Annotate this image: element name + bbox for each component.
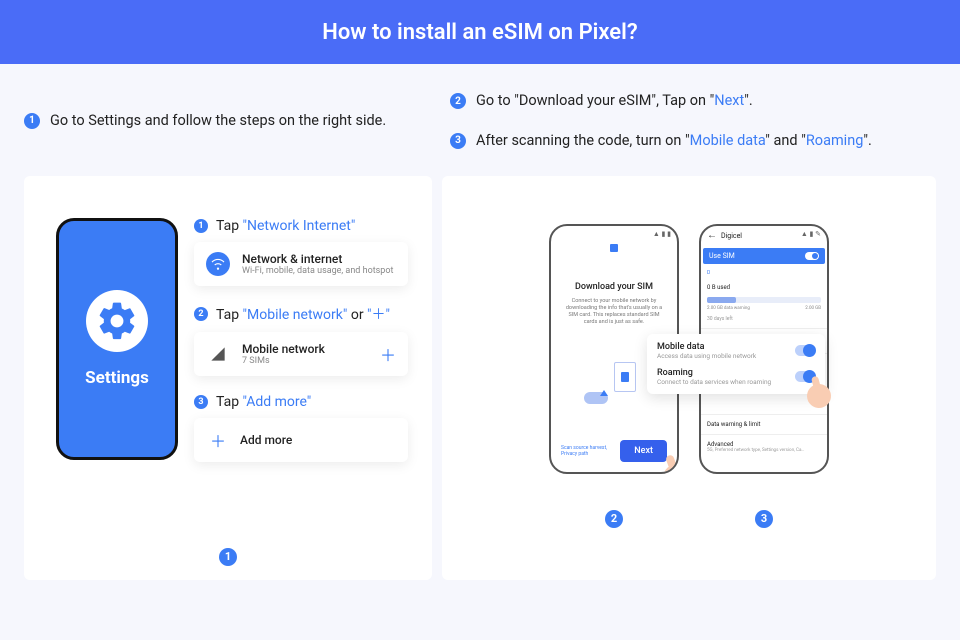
next-link: Next bbox=[714, 92, 744, 109]
advanced[interactable]: Advanced 5G, Preferred network type, Set… bbox=[701, 437, 827, 457]
signal-icon bbox=[206, 342, 230, 366]
step-2-bullet: 2 bbox=[194, 307, 208, 321]
bullet-3: 3 bbox=[450, 133, 466, 149]
used-data: 0 B used bbox=[701, 280, 827, 295]
plus-icon[interactable]: ＋ bbox=[380, 342, 396, 366]
page-title: How to install an eSIM on Pixel? bbox=[322, 20, 637, 45]
steps-list: 1 Tap "Network Internet" Network & inter… bbox=[194, 218, 408, 462]
step-1-text: Tap "Network Internet" bbox=[216, 218, 355, 234]
digicel-column: ← Digicel ▲ ▮ ✎ Use SIM D 0 B used 2.00 … bbox=[699, 224, 829, 528]
plus-icon: ＋ bbox=[210, 428, 226, 452]
toggle-overlay: Mobile data Access data using mobile net… bbox=[647, 334, 825, 394]
instruction-3: 3 After scanning the code, turn on "Mobi… bbox=[450, 130, 950, 152]
use-sim-toggle[interactable]: Use SIM bbox=[703, 248, 825, 264]
data-warning-limit[interactable]: Data warning & limit bbox=[701, 417, 827, 432]
step-3-text: Tap "Add more" bbox=[216, 394, 311, 410]
mobile-data-toggle[interactable] bbox=[795, 345, 815, 356]
settings-row-add-more[interactable]: ＋ Add more bbox=[194, 418, 408, 462]
section-label: D bbox=[701, 266, 827, 280]
instruction-2-text: Go to "Download your eSIM", Tap on "Next… bbox=[476, 90, 753, 112]
page-header: How to install an eSIM on Pixel? bbox=[0, 0, 960, 64]
back-icon[interactable]: ← bbox=[707, 230, 717, 241]
instruction-1-text: Go to Settings and follow the steps on t… bbox=[50, 110, 386, 132]
card-badge-1: 1 bbox=[219, 548, 237, 566]
row-sub: Wi-Fi, mobile, data usage, and hotspot bbox=[242, 266, 393, 276]
row-title: Add more bbox=[240, 433, 292, 447]
phone-settings: Settings bbox=[56, 218, 178, 460]
settings-label: Settings bbox=[85, 368, 149, 388]
settings-row-mobile-network[interactable]: Mobile network 7 SIMs ＋ bbox=[194, 332, 408, 376]
step-1-bullet: 1 bbox=[194, 219, 208, 233]
instructions-row: 1 Go to Settings and follow the steps on… bbox=[0, 64, 960, 164]
doc-icon bbox=[614, 362, 636, 392]
step-1: 1 Tap "Network Internet" Network & inter… bbox=[194, 218, 408, 286]
wifi-icon bbox=[206, 252, 230, 276]
bullet-2: 2 bbox=[450, 93, 466, 109]
instruction-2: 2 Go to "Download your eSIM", Tap on "Ne… bbox=[450, 90, 950, 112]
mobile-data-link: Mobile data bbox=[690, 132, 766, 149]
usage-bar bbox=[707, 297, 821, 303]
arrow-icon bbox=[600, 390, 608, 396]
status-bar: ▲ ▮ ▮ bbox=[653, 230, 671, 238]
cards-row: Settings 1 Tap "Network Internet" Networ… bbox=[0, 164, 960, 592]
row-title: Mobile network bbox=[242, 342, 325, 356]
instruction-1: 1 Go to Settings and follow the steps on… bbox=[24, 110, 432, 132]
lock-icon bbox=[610, 244, 618, 252]
download-desc: Connect to your mobile network by downlo… bbox=[551, 292, 677, 333]
instruction-right: 2 Go to "Download your eSIM", Tap on "Ne… bbox=[450, 90, 950, 152]
download-title: Download your SIM bbox=[551, 282, 677, 292]
carrier-name: Digicel bbox=[721, 232, 742, 240]
step-2-text: Tap "Mobile network" or "＋" bbox=[216, 304, 390, 324]
footer-link[interactable]: Scan source harvest, Privacy path bbox=[561, 445, 620, 457]
card-step-1: Settings 1 Tap "Network Internet" Networ… bbox=[24, 176, 432, 580]
card-badge-3: 3 bbox=[755, 510, 773, 528]
card-badge-2: 2 bbox=[605, 510, 623, 528]
settings-row-network[interactable]: Network & internet Wi-Fi, mobile, data u… bbox=[194, 242, 408, 286]
gear-icon bbox=[86, 290, 148, 352]
digicel-topbar: ← Digicel ▲ ▮ ✎ bbox=[701, 226, 827, 246]
row-title: Network & internet bbox=[242, 252, 393, 266]
status-bar: ▲ ▮ ✎ bbox=[801, 230, 821, 238]
row-sub: 7 SIMs bbox=[242, 356, 325, 366]
bullet-1: 1 bbox=[24, 113, 40, 129]
next-button[interactable]: Next bbox=[620, 440, 667, 462]
instruction-3-text: After scanning the code, turn on "Mobile… bbox=[476, 130, 872, 152]
hand-pointer-icon bbox=[659, 460, 679, 474]
roaming-link: Roaming bbox=[806, 132, 863, 149]
card-step-2-3: ▲ ▮ ▮ Download your SIM Connect to your … bbox=[442, 176, 936, 580]
toggle-on-icon bbox=[805, 252, 819, 260]
download-illustration bbox=[574, 362, 654, 406]
step-2: 2 Tap "Mobile network" or "＋" Mobile net… bbox=[194, 304, 408, 376]
instruction-left: 1 Go to Settings and follow the steps on… bbox=[24, 90, 432, 152]
roaming-row[interactable]: Roaming Connect to data services when ro… bbox=[657, 368, 815, 386]
step-3: 3 Tap "Add more" ＋ Add more bbox=[194, 394, 408, 462]
step-3-bullet: 3 bbox=[194, 395, 208, 409]
mobile-data-row[interactable]: Mobile data Access data using mobile net… bbox=[657, 342, 815, 360]
